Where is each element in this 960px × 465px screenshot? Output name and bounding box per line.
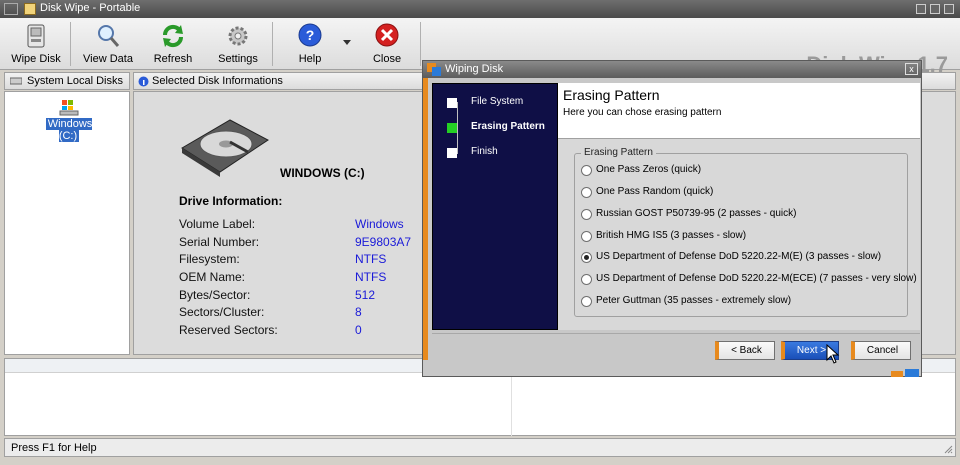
volume-title: WINDOWS (C:) [280, 166, 365, 180]
wizard-header: Erasing Pattern Here you can chose erasi… [558, 83, 920, 139]
radio-dot[interactable] [581, 187, 592, 198]
info-value: 9E9803A7 [355, 235, 412, 249]
gear-icon [228, 26, 248, 46]
info-key: Sectors/Cluster: [179, 305, 265, 319]
left-panel-header: System Local Disks [4, 72, 130, 90]
dialog-corner-icon [891, 369, 919, 377]
info-value: NTFS [355, 252, 387, 266]
refresh-icon [162, 24, 184, 48]
toolbar-separator [420, 22, 421, 66]
info-key: Serial Number: [179, 235, 260, 249]
maximize-icon[interactable] [930, 4, 940, 14]
drive-info-title: Drive Information: [179, 194, 283, 208]
info-value: 0 [355, 323, 362, 337]
steps-connector [457, 102, 458, 154]
chevron-down-icon[interactable] [343, 40, 351, 46]
info-icon [138, 76, 149, 87]
view-data-button[interactable]: View Data [82, 22, 134, 68]
status-text: Press F1 for Help [11, 442, 97, 454]
step-box [447, 98, 457, 108]
radio-label: One Pass Zeros (quick) [596, 164, 702, 175]
radio-label: US Department of Defense DoD 5220.22-M(E… [596, 273, 917, 284]
close-window-icon[interactable] [944, 4, 954, 14]
refresh-label: Refresh [153, 53, 193, 65]
settings-label: Settings [218, 53, 258, 65]
close-icon [375, 23, 399, 47]
wipe-disk-label: Wipe Disk [11, 53, 61, 65]
button-row-separator [432, 333, 920, 334]
hard-drive-icon [181, 119, 269, 177]
info-value: Windows [355, 217, 404, 231]
close-button[interactable]: Close [364, 22, 410, 68]
app-icon [24, 3, 36, 15]
title-bar: Disk Wipe - Portable [0, 0, 960, 18]
toolbar-separator [70, 22, 71, 66]
magnifier-icon [98, 25, 120, 47]
help-button[interactable]: ? Help [286, 22, 334, 68]
info-value: 512 [355, 288, 376, 302]
dialog-title: Wiping Disk [445, 63, 504, 75]
radio-dot[interactable] [581, 296, 592, 307]
radio-dot[interactable] [581, 165, 592, 176]
step-label: Erasing Pattern [471, 121, 545, 132]
info-key: Volume Label: [179, 217, 256, 231]
log-divider [511, 373, 512, 436]
step-box-active [447, 123, 457, 133]
help-label: Help [298, 53, 322, 65]
info-key: Filesystem: [179, 252, 240, 266]
right-panel-title: Selected Disk Informations [152, 75, 283, 87]
radio-dot-selected[interactable] [581, 252, 592, 263]
group-label: Erasing Pattern [581, 147, 656, 158]
dialog-close-icon[interactable]: x [905, 63, 918, 75]
view-data-label: View Data [83, 53, 133, 65]
refresh-button[interactable]: Refresh [148, 22, 198, 68]
radio-label: US Department of Defense DoD 5220.22-M(E… [596, 251, 882, 262]
disk-list: Windows (C:) [4, 91, 130, 355]
resize-grip-icon[interactable] [943, 444, 953, 454]
radio-dot[interactable] [581, 231, 592, 242]
radio-label: Russian GOST P50739-95 (2 passes - quick… [596, 208, 797, 219]
settings-button[interactable]: Settings [214, 22, 262, 68]
radio-label: One Pass Random (quick) [596, 186, 714, 197]
radio-dot[interactable] [581, 274, 592, 285]
back-button[interactable]: < Back [715, 341, 775, 360]
drive-item-c[interactable]: Windows (C:) [39, 100, 99, 142]
wipe-disk-button[interactable]: Wipe Disk [10, 22, 62, 68]
svg-text:?: ? [306, 27, 315, 43]
wizard-steps-panel: File System Erasing Pattern Finish [432, 83, 558, 330]
wizard-title: Erasing Pattern [563, 87, 660, 103]
step-box [447, 148, 457, 158]
cancel-button[interactable]: Cancel [851, 341, 911, 360]
info-key: OEM Name: [179, 270, 246, 284]
system-menu-icon[interactable] [4, 3, 18, 15]
accent-bar [423, 78, 428, 360]
erasing-pattern-group: Erasing Pattern One Pass Zeros (quick) O… [574, 147, 917, 317]
info-value: NTFS [355, 270, 387, 284]
wiping-disk-dialog: Wiping Disk x File System Erasing Patter… [422, 60, 922, 377]
info-key: Reserved Sectors: [179, 323, 278, 337]
status-bar: Press F1 for Help [4, 438, 956, 457]
drive-label: Windows (C:) [45, 118, 93, 142]
radio-label: Peter Guttman (35 passes - extremely slo… [596, 295, 792, 306]
radio-label: British HMG IS5 (3 passes - slow) [596, 230, 747, 241]
disk-icon [27, 24, 45, 48]
mouse-cursor-icon [826, 344, 840, 364]
wizard-content: Erasing Pattern Here you can chose erasi… [558, 83, 920, 330]
step-label: File System [471, 96, 524, 107]
drive-icon [59, 100, 79, 116]
window-title: Disk Wipe - Portable [40, 2, 141, 14]
radio-dot[interactable] [581, 209, 592, 220]
dialog-app-icon [427, 63, 441, 76]
toolbar-separator [272, 22, 273, 66]
minimize-icon[interactable] [916, 4, 926, 14]
wizard-subtitle: Here you can chose erasing pattern [563, 107, 722, 118]
info-value: 8 [355, 305, 362, 319]
dialog-title-bar: Wiping Disk x [423, 61, 921, 78]
left-panel-title: System Local Disks [27, 75, 123, 87]
step-label: Finish [471, 146, 498, 157]
help-icon: ? [298, 23, 322, 47]
close-label: Close [372, 53, 402, 65]
disk-stack-icon [10, 77, 22, 85]
info-key: Bytes/Sector: [179, 288, 251, 302]
